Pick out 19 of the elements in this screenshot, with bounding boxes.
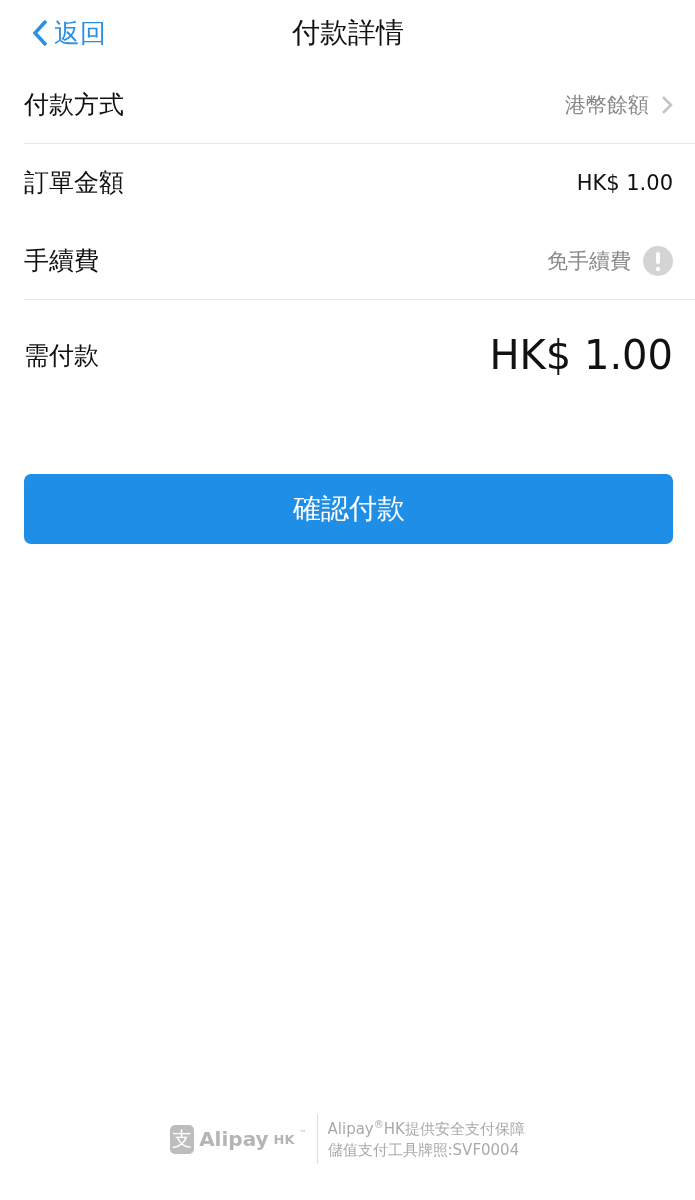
chevron-right-icon: [661, 94, 673, 115]
logo-icon: 支: [170, 1124, 195, 1154]
confirm-button[interactable]: 確認付款: [24, 474, 673, 544]
row-label: 手續費: [24, 245, 99, 277]
page-title: 付款詳情: [291, 15, 404, 51]
exclamation-icon[interactable]: [643, 245, 673, 276]
chevron-left-icon: [32, 19, 48, 47]
footer-text: Alipay$^{®}$HK提供安全支付保障: [327, 1118, 525, 1139]
back-button[interactable]: 返回: [32, 15, 106, 51]
row-label: 訂單金額: [24, 167, 124, 199]
row-value: 免手續費: [547, 247, 631, 275]
logo-name: Alipay: [199, 1127, 269, 1151]
row-value: 港幣餘額: [565, 91, 649, 119]
footer-text: 儲值支付工具牌照:SVF0004: [327, 1140, 521, 1160]
row-value: HK$ 1.00: [576, 170, 673, 195]
total-label: 需付款: [24, 339, 99, 372]
logo-region: HK: [273, 1131, 295, 1147]
total-amount: HK$ 1.00: [489, 332, 673, 378]
row-label: 付款方式: [24, 89, 124, 121]
